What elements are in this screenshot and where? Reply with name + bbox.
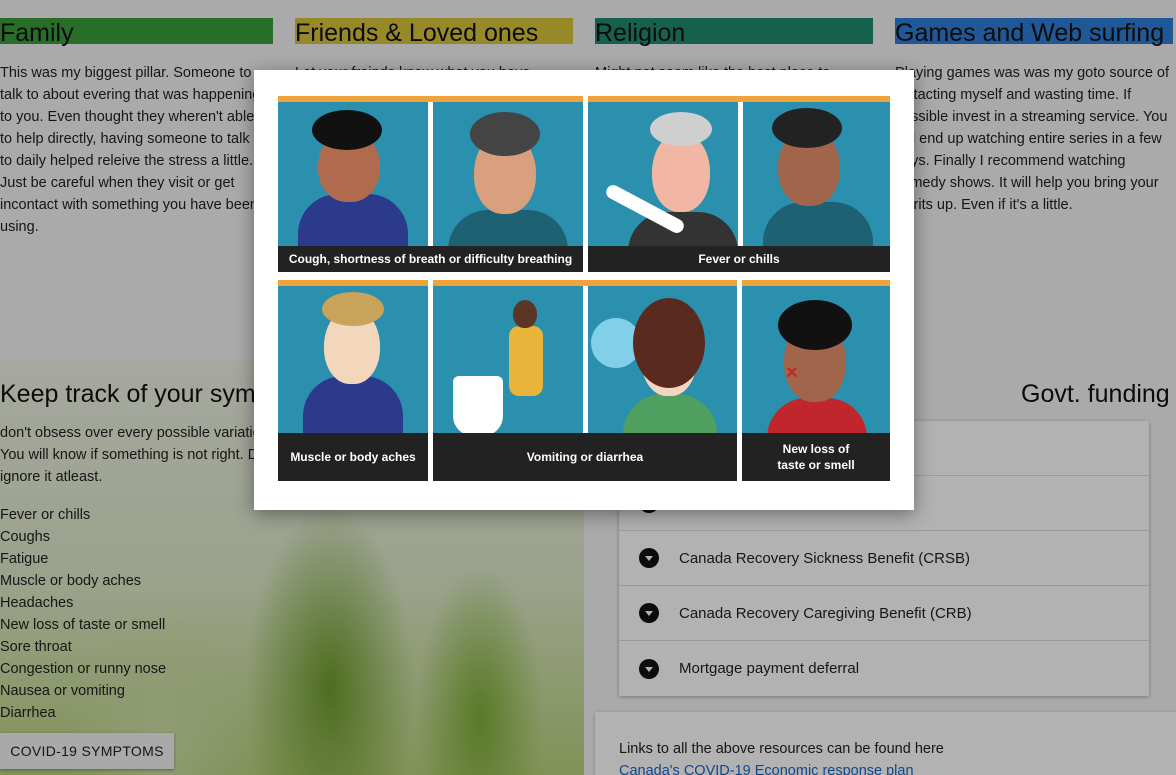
person-figure (509, 326, 543, 396)
panel-cough: Cough, shortness of breath or difficulty… (278, 96, 583, 272)
panel-vomit: Vomiting or diarrhea (433, 280, 737, 481)
panel-caption: Vomiting or diarrhea (433, 433, 737, 481)
no-smell-icon: × (786, 362, 798, 384)
caption-line: New loss of (782, 442, 850, 456)
panel-taste: × New loss of taste or smell (742, 280, 890, 481)
symptoms-modal: Cough, shortness of breath or difficulty… (254, 70, 914, 510)
toilet-icon (453, 376, 503, 436)
panel-caption: Muscle or body aches (278, 433, 428, 481)
panel-caption: New loss of taste or smell (742, 433, 890, 481)
caption-line: taste or smell (777, 458, 855, 472)
panel-aches: Muscle or body aches (278, 280, 428, 481)
panel-caption: Cough, shortness of breath or difficulty… (278, 246, 583, 272)
panel-caption: Fever or chills (588, 246, 890, 272)
person-head (513, 300, 537, 328)
panel-fever: Fever or chills (588, 96, 890, 272)
